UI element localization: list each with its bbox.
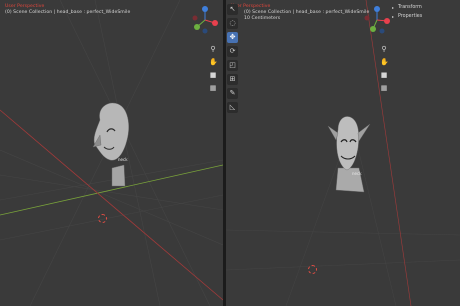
x-axis-line [365, 0, 412, 306]
grid-icon[interactable]: ▦ [209, 84, 217, 92]
measure-icon[interactable]: ◺ [227, 102, 238, 113]
right-3d-cursor[interactable] [308, 265, 317, 274]
head-model [92, 102, 129, 187]
hand-icon[interactable]: ✋ [209, 58, 218, 66]
right-grid-floor [226, 0, 460, 306]
grid-icon[interactable]: ▦ [380, 84, 388, 92]
right-navigation-gizmo[interactable] [362, 5, 392, 35]
left-mesh-label: neck [118, 157, 128, 162]
left-3d-cursor[interactable] [98, 214, 107, 223]
left-3d-viewport[interactable]: User Perspective (0) Scene Collection | … [0, 0, 223, 306]
y-axis-line [0, 164, 223, 216]
right-mesh-label: neck [352, 171, 362, 176]
panel-item-label: Transform [398, 5, 422, 10]
panel-item-properties[interactable]: ▸ Properties [392, 12, 456, 21]
move-icon[interactable]: ✥ [227, 32, 238, 43]
head-model [327, 116, 371, 193]
rotate-icon[interactable]: ⟳ [227, 46, 238, 57]
panel-item-transform[interactable]: ▸ Transform [392, 3, 456, 12]
left-navigation-gizmo[interactable] [190, 5, 220, 35]
right-collection-label: (0) Scene Collection | head_base : perfe… [244, 10, 370, 15]
scale-icon[interactable]: ◰ [227, 60, 238, 71]
left-collection-label: (0) Scene Collection | head_base : perfe… [5, 10, 131, 15]
right-3d-viewport[interactable]: User Perspective (0) Scene Collection | … [226, 0, 460, 306]
right-scale-label: 10 Centimeters [244, 16, 281, 21]
camera-icon[interactable]: ■ [380, 71, 388, 79]
zoom-icon[interactable]: ⚲ [209, 45, 217, 53]
transform-icon[interactable]: ⊞ [227, 74, 238, 85]
hand-icon[interactable]: ✋ [380, 58, 389, 66]
tool-shelf: ↖ ◌ ✥ ⟳ ◰ ⊞ ✎ ◺ [227, 4, 239, 116]
panel-item-label: Properties [398, 14, 423, 19]
annotate-icon[interactable]: ✎ [227, 88, 238, 99]
circle-select-icon[interactable]: ◌ [227, 18, 238, 29]
left-perspective-label: User Perspective [5, 4, 45, 9]
zoom-icon[interactable]: ⚲ [380, 45, 388, 53]
left-grid-floor [0, 0, 223, 306]
sidebar-panel: ▸ Transform ▸ Properties [392, 3, 456, 21]
camera-icon[interactable]: ■ [209, 71, 217, 79]
cursor-select-icon[interactable]: ↖ [227, 4, 238, 15]
